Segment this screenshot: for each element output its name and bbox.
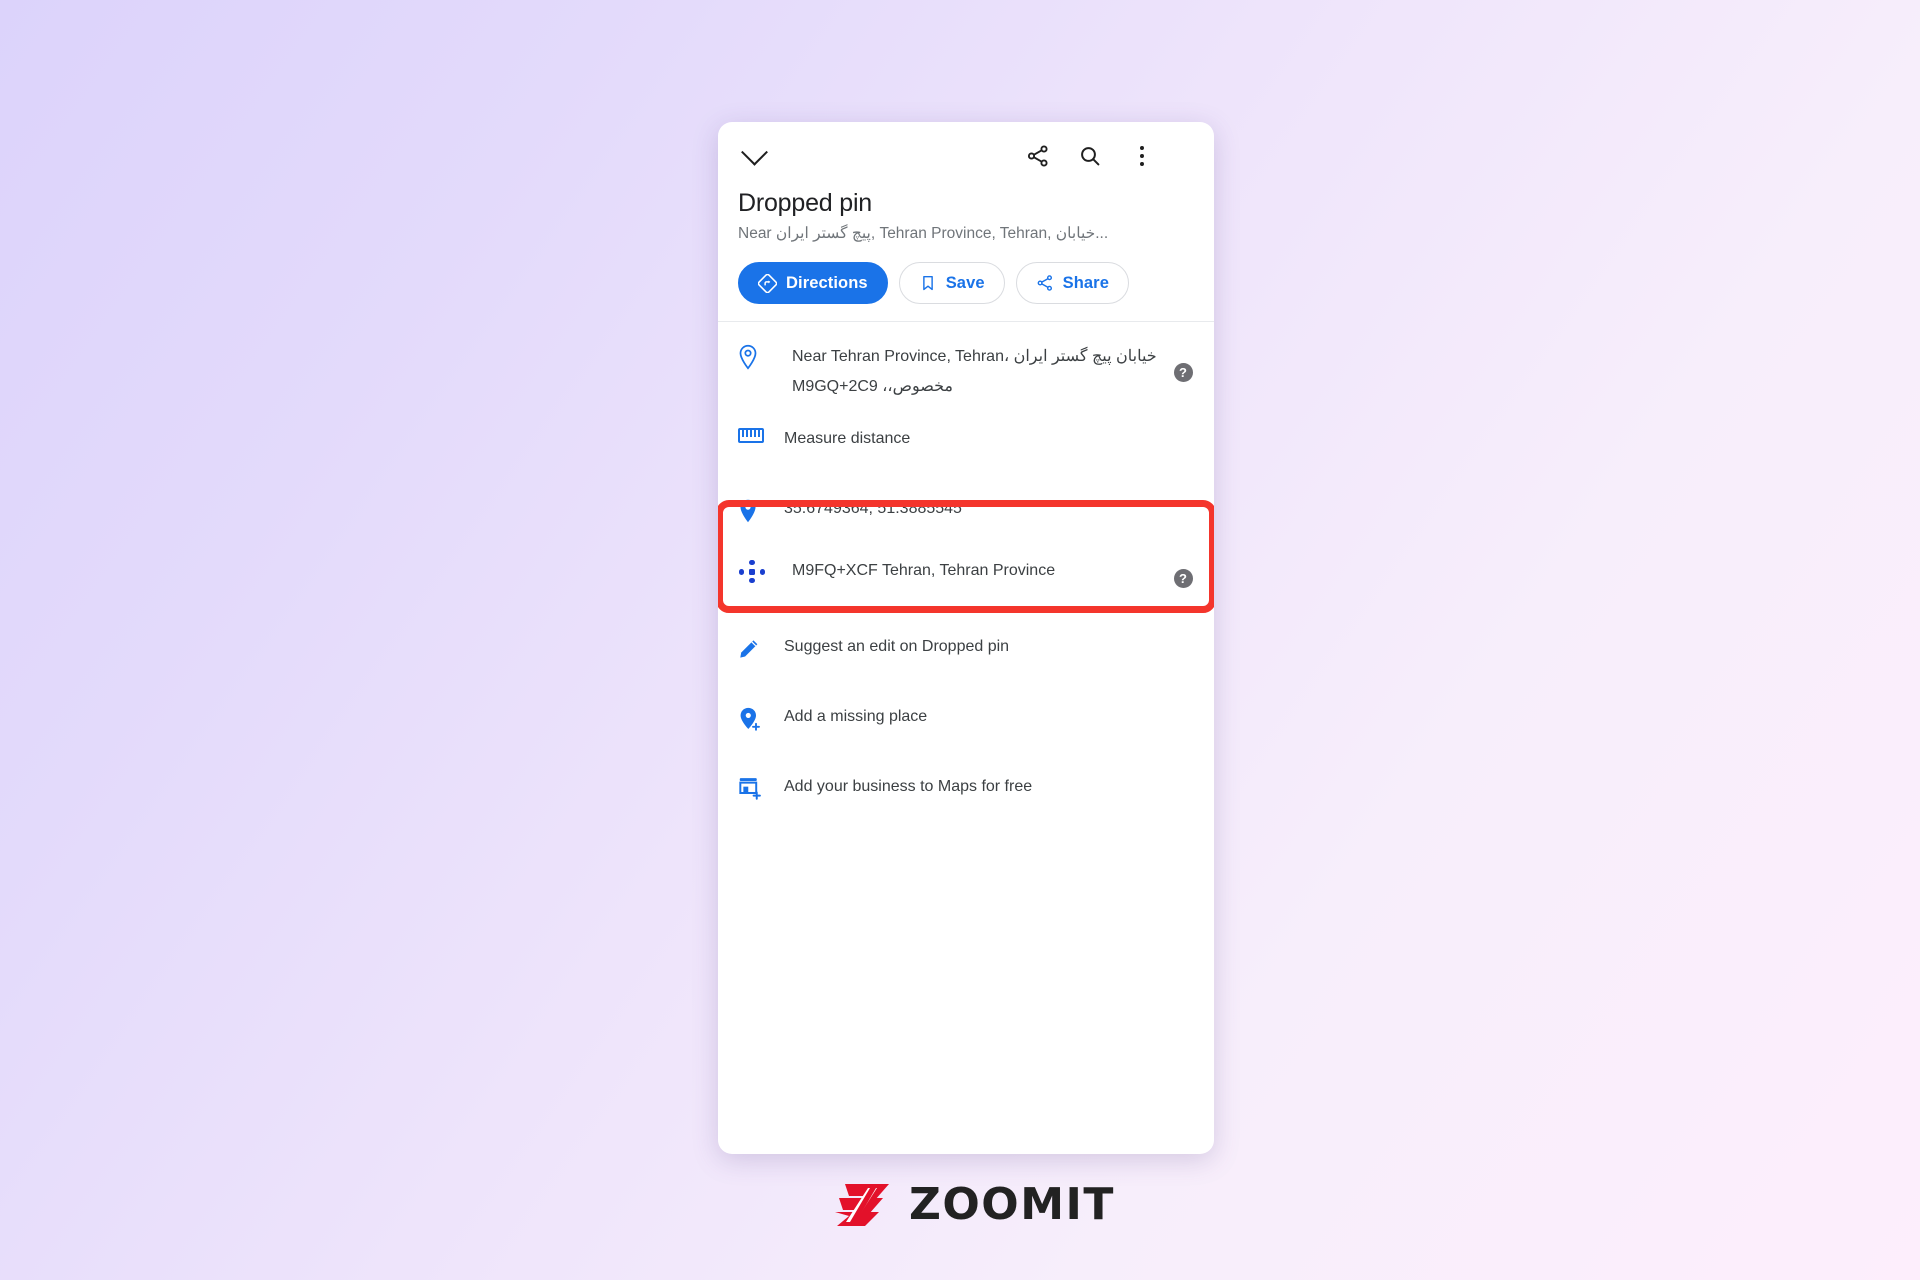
page-title: Dropped pin: [738, 189, 873, 217]
add-business-row[interactable]: Add your business to Maps for free: [718, 758, 1214, 828]
address-row[interactable]: Near Tehran Province, Tehran، خیابان پیچ…: [718, 328, 1214, 412]
pencil-icon: [740, 640, 758, 658]
measure-distance-row[interactable]: Measure distance: [718, 412, 1214, 480]
more-vertical-icon: [1139, 146, 1145, 166]
save-button[interactable]: Save: [898, 262, 1005, 304]
card-topbar: [718, 122, 1214, 188]
measure-distance-label: Measure distance: [784, 430, 911, 447]
address-help-button[interactable]: ?: [1172, 362, 1194, 382]
save-label: Save: [945, 273, 985, 292]
plus-code-icon-slot: [738, 558, 784, 584]
help-icon: ?: [1173, 362, 1193, 382]
location-pin-icon: [740, 499, 756, 523]
share-chip-button[interactable]: Share: [1015, 262, 1129, 304]
bookmark-icon: [922, 275, 933, 291]
zoomit-wordmark: ZOOMIT: [909, 1179, 1115, 1230]
suggest-edit-label: Suggest an edit on Dropped pin: [784, 638, 1010, 655]
plus-code-text: M9FQ+XCF Tehran, Tehran Province: [792, 562, 1056, 579]
share-icon: [1037, 275, 1052, 291]
address-text: Near Tehran Province, Tehran، خیابان پیچ…: [792, 348, 1157, 395]
card-header: Dropped pin Near پیچ گستر ایران, Tehran …: [718, 188, 1214, 244]
pin-plus-icon: [740, 707, 760, 731]
location-pin-icon: [739, 344, 757, 370]
action-chip-row: Directions Save Share: [718, 244, 1214, 321]
zoomit-watermark: ZOOMIT: [835, 1182, 1115, 1228]
collapse-button[interactable]: [734, 136, 774, 176]
directions-label: Directions: [786, 273, 868, 292]
zoomit-logo-icon: [835, 1184, 889, 1226]
address-icon-slot: [738, 342, 784, 370]
add-business-icon-slot: [738, 774, 784, 800]
help-icon: ?: [1173, 568, 1193, 588]
plus-code-help-button[interactable]: ?: [1172, 568, 1194, 588]
share-button[interactable]: [1018, 136, 1058, 176]
share-icon: [1027, 145, 1048, 167]
measure-icon-slot: [738, 426, 784, 443]
add-business-label: Add your business to Maps for free: [784, 778, 1033, 795]
chevron-down-icon: [740, 138, 768, 166]
coordinates-text: 35.6749364, 51.3885545: [784, 500, 962, 517]
plus-code-icon: [738, 560, 766, 584]
coordinates-icon-slot: [738, 496, 784, 524]
directions-button[interactable]: Directions: [738, 262, 888, 304]
search-button[interactable]: [1070, 136, 1110, 176]
place-details-card: Dropped pin Near پیچ گستر ایران, Tehran …: [718, 122, 1214, 1154]
coordinates-row[interactable]: 35.6749364, 51.3885545: [718, 480, 1214, 548]
details-list: Near Tehran Province, Tehran، خیابان پیچ…: [718, 322, 1214, 828]
add-missing-place-row[interactable]: Add a missing place: [718, 688, 1214, 758]
ruler-icon: [738, 428, 764, 443]
directions-icon: [758, 273, 777, 293]
store-plus-icon: [739, 778, 761, 800]
share-label: Share: [1062, 273, 1109, 292]
suggest-edit-row[interactable]: Suggest an edit on Dropped pin: [718, 614, 1214, 688]
plus-code-row[interactable]: M9FQ+XCF Tehran, Tehran Province ?: [718, 548, 1214, 614]
add-missing-place-label: Add a missing place: [784, 708, 928, 725]
add-place-icon-slot: [738, 704, 784, 733]
place-subtitle: Near پیچ گستر ایران, Tehran Province, Te…: [738, 225, 1109, 242]
more-options-button[interactable]: [1122, 136, 1162, 176]
search-icon: [1081, 147, 1100, 166]
suggest-edit-icon-slot: [738, 634, 784, 659]
